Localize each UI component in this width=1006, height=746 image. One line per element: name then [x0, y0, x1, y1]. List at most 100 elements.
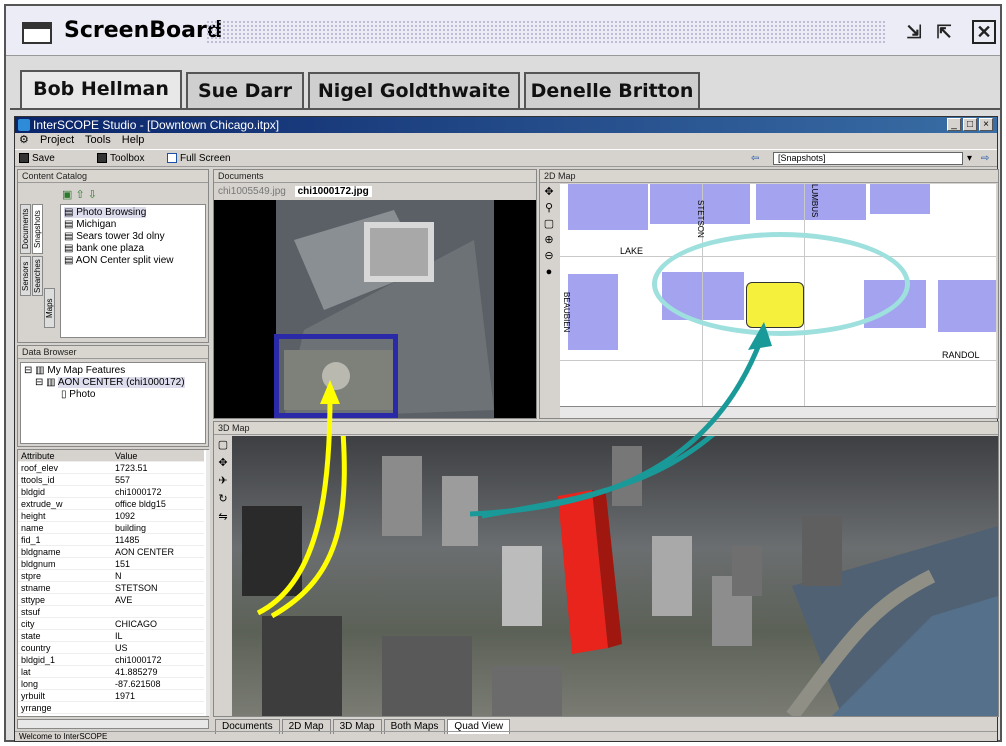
- attribute-cell: bldgid: [21, 487, 46, 497]
- shrink-icon[interactable]: ⇲: [902, 20, 926, 44]
- table-hscrollbar[interactable]: [17, 719, 209, 729]
- documents-tabs: chi1005549.jpg chi1000172.jpg: [218, 186, 372, 197]
- value-cell: 11485: [115, 535, 140, 545]
- pan-icon[interactable]: ✥: [542, 184, 556, 200]
- vtab-documents[interactable]: Documents: [20, 204, 31, 254]
- tab-bob-hellman[interactable]: Bob Hellman: [20, 70, 182, 110]
- map2d-header: 2D Map: [540, 170, 998, 183]
- table-row[interactable]: state IL: [18, 630, 204, 642]
- map2d-hscrollbar[interactable]: [560, 406, 996, 418]
- aerial-photo: [214, 200, 536, 418]
- select-icon[interactable]: ▢: [216, 436, 230, 454]
- tab-label: Sue Darr: [197, 80, 293, 102]
- list-item[interactable]: ▤ bank one plaza: [64, 243, 144, 254]
- close-icon[interactable]: ✕: [972, 20, 996, 44]
- zoom-in-icon[interactable]: ⊕: [542, 232, 556, 248]
- vtab-label: Snapshots: [33, 210, 42, 248]
- table-scrollbar[interactable]: [206, 450, 210, 716]
- table-row[interactable]: stname STETSON: [18, 582, 204, 594]
- list-item[interactable]: ▤ AON Center split view: [64, 255, 174, 266]
- tree-node[interactable]: ⊟ ▥ My Map Features: [24, 365, 125, 376]
- table-row[interactable]: stsuf: [18, 606, 204, 618]
- toolbox-button[interactable]: Toolbox: [97, 150, 144, 168]
- value-cell: N: [115, 571, 122, 581]
- vtab-snapshots[interactable]: Snapshots: [32, 204, 43, 254]
- minimize-button[interactable]: _: [947, 118, 961, 131]
- vtab-maps[interactable]: Maps: [44, 288, 55, 328]
- attribute-table: Attribute Value roof_elev 1723.51 ttools_id…: [17, 449, 210, 717]
- dropdown-arrow-icon[interactable]: ▾: [967, 150, 972, 168]
- globe-icon[interactable]: ●: [542, 264, 556, 280]
- list-item[interactable]: ▤ Michigan: [64, 219, 116, 230]
- save-button[interactable]: Save: [19, 150, 55, 168]
- fullscreen-icon: [167, 153, 177, 164]
- table-row[interactable]: fid_1 11485: [18, 534, 204, 546]
- project-icon: ⚙: [19, 134, 29, 146]
- vtab-searches[interactable]: Searches: [32, 256, 43, 296]
- fly-icon[interactable]: ✈: [216, 472, 230, 490]
- list-item[interactable]: ▤ Photo Browsing: [64, 207, 147, 218]
- table-row[interactable]: yrbuilt 1971: [18, 690, 204, 702]
- attribute-cell: stname: [21, 583, 51, 593]
- value-cell: AVE: [115, 595, 133, 605]
- table-row[interactable]: city CHICAGO: [18, 618, 204, 630]
- panel-title: 3D Map: [218, 423, 250, 433]
- item-label: bank one plaza: [76, 243, 145, 254]
- value-cell: STETSON: [115, 583, 158, 593]
- close-button[interactable]: ×: [979, 118, 993, 131]
- table-row[interactable]: roof_elev 1723.51: [18, 462, 204, 474]
- snapshots-select[interactable]: [Snapshots]: [773, 152, 963, 165]
- table-row[interactable]: height 1092: [18, 510, 204, 522]
- table-row[interactable]: yrrange: [18, 702, 204, 714]
- table-row[interactable]: name building: [18, 522, 204, 534]
- tilt-icon[interactable]: ⇋: [216, 508, 230, 526]
- pan-icon[interactable]: ✥: [216, 454, 230, 472]
- list-item[interactable]: ▤ Sears tower 3d olny: [64, 231, 165, 242]
- back-arrow-icon[interactable]: ⇦: [751, 150, 759, 168]
- menu-tools[interactable]: Tools: [85, 134, 111, 146]
- attribute-cell: name: [21, 523, 44, 533]
- vtab-sensors[interactable]: Sensors: [20, 256, 31, 296]
- menu-help[interactable]: Help: [122, 134, 145, 146]
- table-row[interactable]: country US: [18, 642, 204, 654]
- table-row[interactable]: bldgnum 151: [18, 558, 204, 570]
- zoom-icon[interactable]: ⚲: [542, 200, 556, 216]
- street-label: RANDOL: [942, 350, 980, 360]
- table-row[interactable]: bldgname AON CENTER: [18, 546, 204, 558]
- fullscreen-button[interactable]: Full Screen: [167, 150, 231, 168]
- table-row[interactable]: lat 41.885279: [18, 666, 204, 678]
- item-label: Sears tower 3d olny: [76, 231, 165, 242]
- tab-sue-darr[interactable]: Sue Darr: [186, 72, 304, 108]
- tree-node[interactable]: ▯ Photo: [61, 389, 95, 400]
- table-row[interactable]: long -87.621508: [18, 678, 204, 690]
- maximize-button[interactable]: □: [963, 118, 977, 131]
- table-row[interactable]: bldgid chi1000172: [18, 486, 204, 498]
- map3d-canvas[interactable]: [232, 436, 998, 716]
- table-row[interactable]: bldgid_1 chi1000172: [18, 654, 204, 666]
- forward-arrow-icon[interactable]: ⇨: [981, 150, 989, 168]
- table-row[interactable]: ttools_id 557: [18, 474, 204, 486]
- zoom-out-icon[interactable]: ⊖: [542, 248, 556, 264]
- map3d-toolbar: ▢ ✥ ✈ ↻ ⇋: [216, 436, 230, 556]
- tree-label: My Map Features: [47, 365, 126, 376]
- tab-label: Nigel Goldthwaite: [317, 80, 511, 102]
- item-label: Photo Browsing: [76, 207, 147, 218]
- expand-icon[interactable]: ⇱: [932, 20, 956, 44]
- table-row[interactable]: extrude_w office bldg15: [18, 498, 204, 510]
- doc-tab-active[interactable]: chi1000172.jpg: [294, 186, 372, 197]
- map2d-canvas[interactable]: STETSON LUMBUS LAKE BEAUBIEN RANDOL: [560, 184, 996, 406]
- rotate-icon[interactable]: ↻: [216, 490, 230, 508]
- catalog-toolbar-icons[interactable]: ▣ ⇧ ⇩: [62, 188, 97, 201]
- tab-label: Bob Hellman: [33, 78, 169, 100]
- table-row[interactable]: sttype AVE: [18, 594, 204, 606]
- attribute-cell: bldgid_1: [21, 655, 56, 665]
- menu-bar: ⚙ Project Tools Help: [15, 133, 997, 148]
- menu-project[interactable]: Project: [40, 134, 74, 146]
- table-row[interactable]: stpre N: [18, 570, 204, 582]
- doc-tab[interactable]: chi1005549.jpg: [218, 186, 286, 197]
- tree-node[interactable]: ⊟ ▥ AON CENTER (chi1000172): [35, 377, 185, 388]
- tab-denelle-britton[interactable]: Denelle Britton: [524, 72, 700, 108]
- attribute-cell: sttype: [21, 595, 46, 605]
- select-icon[interactable]: ▢: [542, 216, 556, 232]
- tab-nigel-goldthwaite[interactable]: Nigel Goldthwaite: [308, 72, 520, 108]
